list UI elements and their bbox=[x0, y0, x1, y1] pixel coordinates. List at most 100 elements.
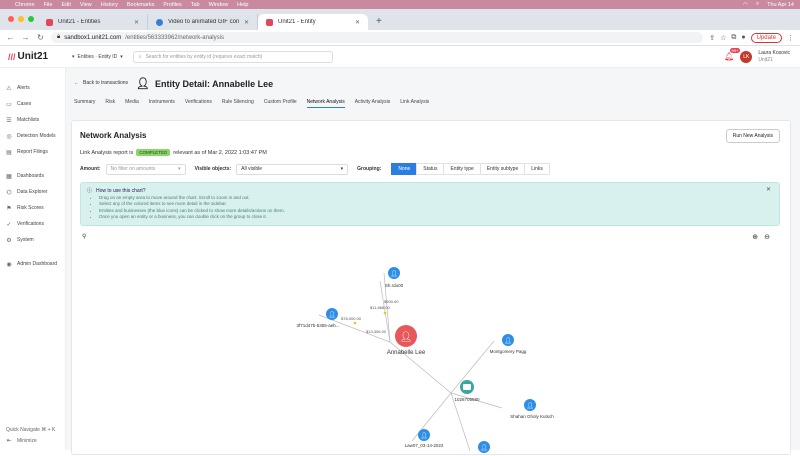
close-window-icon[interactable] bbox=[8, 16, 14, 22]
chevron-down-icon: ▾ bbox=[72, 53, 75, 60]
browser-tab-gif[interactable]: Video to animated GIF conver... ✕ bbox=[148, 14, 258, 30]
notifications-bell-icon[interactable]: 🔔︎ 99+ bbox=[724, 48, 741, 61]
menu-bookmarks[interactable]: Bookmarks bbox=[127, 2, 155, 8]
visible-objects-select[interactable]: All visible ▾ bbox=[236, 163, 349, 175]
search-icon[interactable]: ⌕ bbox=[756, 1, 759, 8]
menu-edit[interactable]: Edit bbox=[61, 2, 70, 8]
run-new-analysis-button[interactable]: Run New Analysis bbox=[725, 129, 780, 143]
grouping-none-button[interactable]: None bbox=[391, 163, 418, 175]
sidebar-item-cases[interactable]: ▭ Cases bbox=[0, 96, 65, 112]
info-icon: ⓘ bbox=[87, 188, 93, 194]
node-hub[interactable]: 1026705580 bbox=[454, 380, 480, 402]
sidebar-item-detection-models[interactable]: ◎ Detection Models bbox=[0, 128, 65, 144]
sidebar-item-verifications[interactable]: ✓ Verifications bbox=[0, 216, 65, 232]
tab-summary[interactable]: Summary bbox=[74, 99, 95, 108]
close-tab-icon[interactable]: ✕ bbox=[355, 19, 360, 26]
back-arrow-icon[interactable]: ← bbox=[6, 33, 15, 42]
tab-activity-analysis[interactable]: Activity Analysis bbox=[355, 99, 391, 108]
verification-icon: ✓ bbox=[6, 221, 12, 228]
close-tab-icon[interactable]: ✕ bbox=[134, 19, 139, 26]
minimize-sidebar-button[interactable]: ⇤ Minimize bbox=[0, 435, 66, 446]
menu-tab[interactable]: Tab bbox=[191, 2, 200, 8]
share-icon[interactable]: ⇪ bbox=[709, 34, 715, 42]
edge-label[interactable]: $13,306.00 bbox=[366, 329, 387, 334]
address-bar[interactable]: 🔒︎ sandbox1.unit21.com/entities/56333396… bbox=[51, 32, 704, 43]
user-avatar[interactable]: LK bbox=[740, 50, 753, 63]
node-label: 3f71d47b-5355-aeb... bbox=[296, 323, 339, 328]
tab-instruments[interactable]: Instruments bbox=[149, 99, 175, 108]
menu-chrome[interactable]: Chrome bbox=[15, 2, 35, 8]
zoom-out-icon[interactable]: ⊖ bbox=[764, 233, 770, 241]
sidebar-item-alerts[interactable]: ⚠ Alerts bbox=[0, 80, 65, 96]
bookmark-star-icon[interactable]: ☆ bbox=[720, 34, 726, 42]
menu-view[interactable]: View bbox=[80, 2, 92, 8]
node-bottom[interactable]: 👤︎ bbox=[478, 441, 490, 453]
menu-help[interactable]: Help bbox=[237, 2, 248, 8]
close-icon[interactable]: ✕ bbox=[766, 186, 771, 193]
update-button[interactable]: Update bbox=[750, 32, 782, 43]
tab-rule-silencing[interactable]: Rule Silencing bbox=[222, 99, 254, 108]
grouping-status-button[interactable]: Status bbox=[416, 163, 445, 175]
tab-risk[interactable]: Risk bbox=[105, 99, 115, 108]
edge-marker[interactable] bbox=[353, 321, 357, 325]
reload-icon[interactable]: ↻ bbox=[36, 33, 45, 42]
quick-navigate-hint[interactable]: Quick Navigate ⌘ + K bbox=[0, 424, 66, 435]
wifi-icon[interactable]: ◠ bbox=[743, 2, 748, 8]
edge-label[interactable]: $11,868.00 bbox=[370, 305, 390, 310]
menu-history[interactable]: History bbox=[101, 2, 118, 8]
zoom-in-icon[interactable]: ⊕ bbox=[752, 233, 758, 241]
sidebar-item-label: Data Explorer bbox=[17, 189, 48, 195]
tab-media[interactable]: Media bbox=[125, 99, 139, 108]
grouping-entity-type-button[interactable]: Entity type bbox=[443, 163, 481, 175]
profile-icon[interactable]: ● bbox=[741, 34, 745, 41]
amount-filter-select[interactable]: No filter on amounts ▾ bbox=[105, 163, 186, 175]
sidebar-item-report-filings[interactable]: ▤ Report Filings bbox=[0, 144, 65, 160]
edge-marker[interactable] bbox=[383, 311, 387, 315]
grouping-links-button[interactable]: Links bbox=[524, 163, 550, 175]
chart-person-icon[interactable]: ⚲ bbox=[82, 233, 86, 240]
browser-menu-icon[interactable]: ⋮ bbox=[787, 34, 794, 42]
menubar-clock[interactable]: Thu Apr 14 bbox=[767, 2, 794, 8]
network-graph[interactable]: $500.00 $11,868.00 $78,000.00 $13,306.00… bbox=[72, 241, 792, 456]
edge-label[interactable]: $78,000.00 bbox=[341, 316, 362, 321]
global-search-input[interactable]: ⌕ Search for entities by entity id (requ… bbox=[132, 50, 333, 63]
menu-file[interactable]: File bbox=[44, 2, 53, 8]
entity-type-select[interactable]: ▾ Entities · Entity ID ▾ bbox=[72, 54, 123, 60]
logo-text: Unit21 bbox=[17, 51, 49, 62]
extensions-icon[interactable]: ⧉ bbox=[731, 34, 736, 42]
sidebar-item-system[interactable]: ⚙ System bbox=[0, 232, 65, 248]
node-right[interactable]: 👤︎ Montgomery Pagg bbox=[490, 334, 527, 354]
zoom-window-icon[interactable] bbox=[28, 16, 34, 22]
graph-edge[interactable] bbox=[411, 392, 452, 442]
tab-network-analysis[interactable]: Network Analysis bbox=[306, 99, 345, 108]
node-bottom-left[interactable]: 👤︎ Law07_03-14-2022 bbox=[405, 429, 444, 448]
new-tab-icon[interactable]: + bbox=[368, 16, 390, 30]
grouping-entity-subtype-button[interactable]: Entity subtype bbox=[479, 163, 526, 175]
edge-label[interactable]: $500.00 bbox=[384, 299, 399, 304]
close-tab-icon[interactable]: ✕ bbox=[244, 19, 249, 26]
risk-icon: ⚑ bbox=[6, 205, 12, 212]
instrument-icon bbox=[463, 384, 471, 390]
sidebar-item-dashboards[interactable]: ▦ Dashboards bbox=[0, 168, 65, 184]
node-bottom-right[interactable]: 👤︎ Shahan Gholy Kutsch bbox=[510, 399, 554, 419]
minimize-window-icon[interactable] bbox=[18, 16, 24, 22]
menu-profiles[interactable]: Profiles bbox=[163, 2, 181, 8]
sidebar-item-matchlists[interactable]: ☰ Matchlists bbox=[0, 112, 65, 128]
back-to-transactions-link[interactable]: ← Back to transactions bbox=[74, 80, 128, 86]
amount-placeholder: No filter on amounts bbox=[110, 166, 156, 172]
sidebar-item-risk-scores[interactable]: ⚑ Risk Scores bbox=[0, 200, 65, 216]
menu-window[interactable]: Window bbox=[209, 2, 229, 8]
node-left[interactable]: 👤︎ 3f71d47b-5355-aeb... bbox=[296, 308, 340, 328]
tab-custom-profile[interactable]: Custom Profile bbox=[264, 99, 297, 108]
browser-tab-entities[interactable]: Unit21 - Entities ✕ bbox=[38, 14, 148, 30]
sidebar-item-data-explorer[interactable]: ⌬ Data Explorer bbox=[0, 184, 65, 200]
user-info[interactable]: Laura Kosovic Unit21 bbox=[758, 50, 790, 64]
sidebar-item-admin-dashboard[interactable]: ◉ Admin Dashboard bbox=[0, 256, 65, 272]
tab-link-analysis[interactable]: Link Analysis bbox=[400, 99, 429, 108]
node-center-annabelle-lee[interactable]: 👤︎ Annabelle Lee bbox=[387, 325, 426, 356]
unit21-logo[interactable]: /// Unit21 bbox=[0, 51, 66, 62]
tab-verifications[interactable]: Verifications bbox=[185, 99, 212, 108]
forward-arrow-icon[interactable]: → bbox=[21, 33, 30, 42]
browser-tab-entity[interactable]: Unit21 - Entity ✕ bbox=[258, 14, 368, 30]
node-top[interactable]: 👤︎ Sh.rdu00 bbox=[385, 267, 404, 288]
